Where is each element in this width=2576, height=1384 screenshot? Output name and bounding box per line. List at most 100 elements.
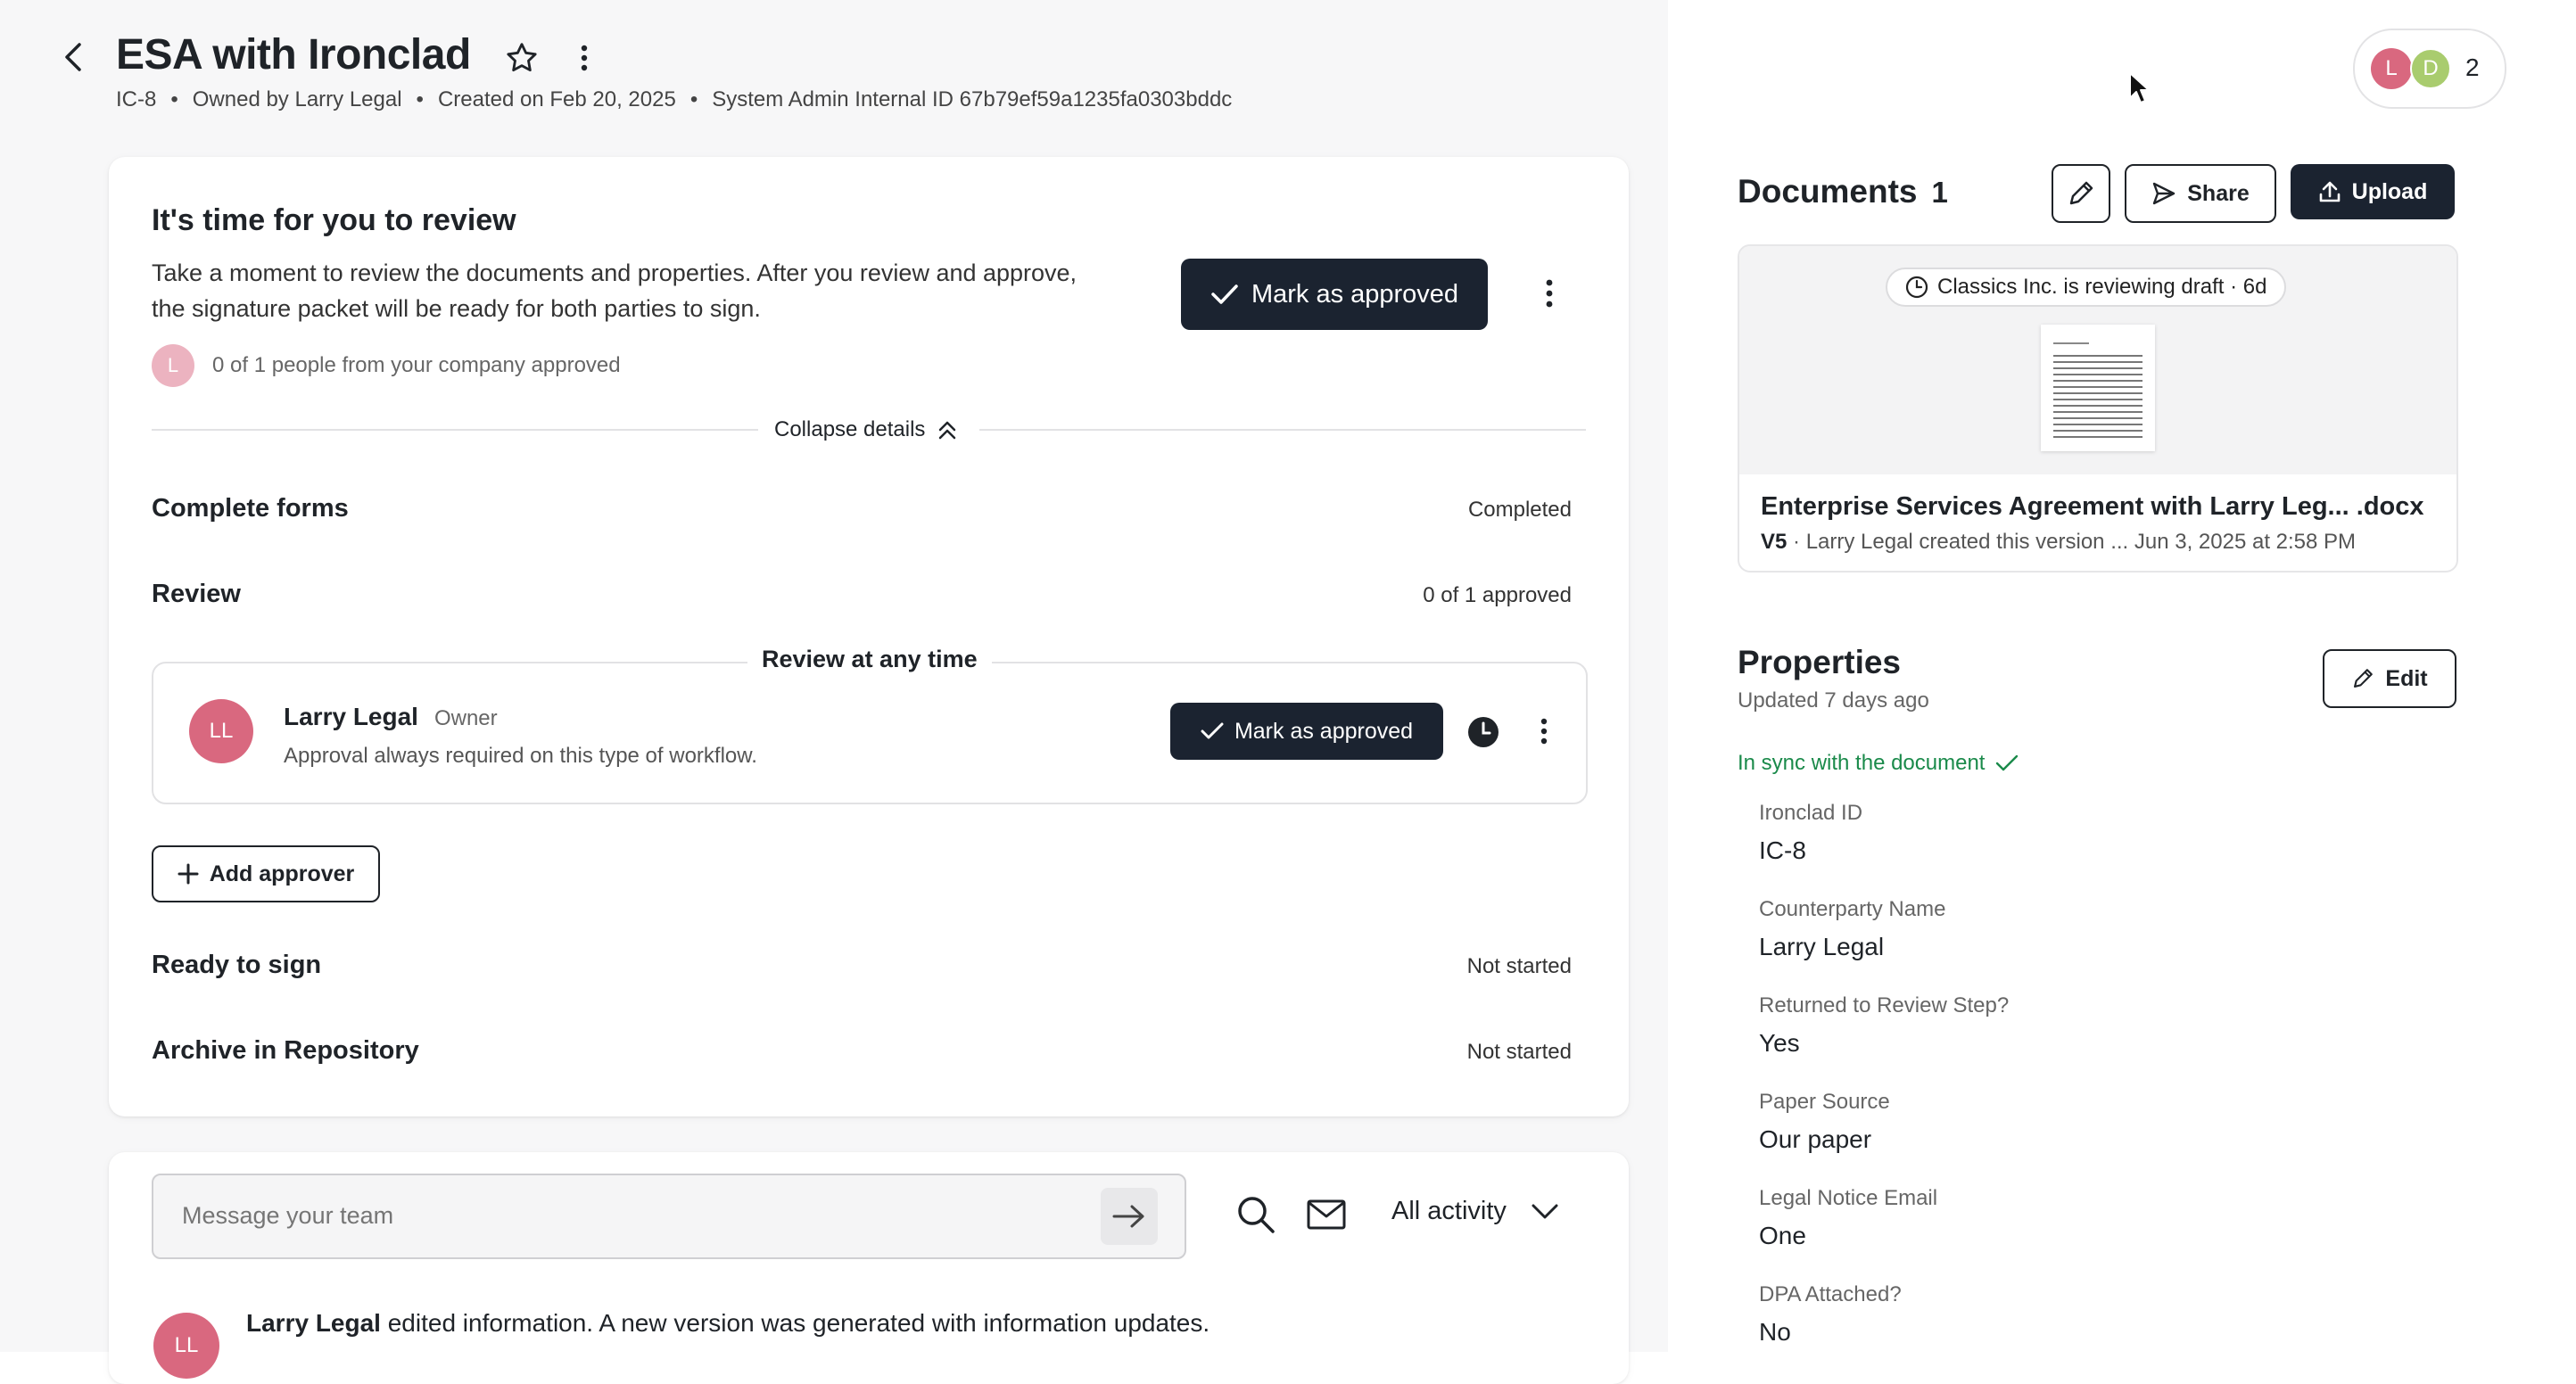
documents-count: 1 (1931, 176, 1948, 209)
add-approver-button[interactable]: Add approver (152, 845, 380, 902)
pencil-icon (2069, 181, 2093, 205)
review-card-description: Take a moment to review the documents an… (152, 255, 1186, 326)
document-version-info: · Larry Legal created this version ... J… (1787, 530, 2357, 554)
email-activity-button[interactable] (1306, 1195, 1347, 1234)
property-label: Returned to Review Step? (1759, 993, 2010, 1017)
kebab-icon (581, 45, 588, 71)
chevron-down-icon (1532, 1204, 1558, 1218)
meta-owner: Owned by Larry Legal (192, 87, 402, 111)
share-button[interactable]: Share (2125, 164, 2276, 223)
edit-properties-label: Edit (2385, 665, 2428, 691)
kebab-icon (1546, 279, 1553, 308)
property-label: DPA Attached? (1759, 1282, 1902, 1306)
activity-entry-author: Larry Legal (246, 1309, 381, 1337)
review-status-text: Classics Inc. is reviewing draft · 6d (1937, 275, 2267, 299)
document-version-line: V5 · Larry Legal created this version ..… (1761, 530, 2356, 555)
collaborator-count: 2 (2465, 54, 2480, 81)
mark-approved-label: Mark as approved (1251, 279, 1459, 309)
favorite-button[interactable] (501, 37, 542, 78)
review-group-title: Review at any time (747, 646, 992, 673)
collapse-details-label: Collapse details (774, 417, 926, 441)
chevron-left-icon (65, 43, 81, 71)
message-input[interactable] (180, 1195, 1076, 1236)
approver-note: Approval always required on this type of… (284, 744, 757, 768)
mark-approved-button[interactable]: Mark as approved (1181, 259, 1488, 330)
star-icon (507, 43, 537, 72)
search-activity-button[interactable] (1234, 1193, 1277, 1236)
activity-filter-dropdown[interactable]: All activity (1391, 1197, 1558, 1226)
property-value: Larry Legal (1759, 933, 1885, 960)
description-line: the signature packet will be ready for b… (152, 295, 761, 322)
documents-title: Documents (1738, 173, 1918, 210)
sync-status: In sync with the document (1738, 751, 2019, 776)
checkmark-icon (1211, 284, 1238, 304)
edit-properties-button[interactable]: Edit (2323, 649, 2456, 708)
document-thumbnail (2041, 325, 2155, 451)
property-field: Counterparty Name Larry Legal (1759, 897, 1945, 961)
activity-card: All activity LL Larry Legal edited infor… (109, 1152, 1629, 1384)
checkmark-icon (1201, 722, 1224, 739)
document-preview: Classics Inc. is reviewing draft · 6d (1739, 246, 2456, 474)
clock-icon (1468, 717, 1499, 747)
approver-options-button[interactable] (1532, 712, 1556, 751)
review-options-button[interactable] (1536, 273, 1563, 314)
approver-avatar: L (152, 344, 194, 387)
upload-button[interactable]: Upload (2291, 164, 2455, 219)
property-field: Ironclad ID IC-8 (1759, 801, 1862, 865)
divider (979, 429, 1586, 431)
approver-mark-approved-button[interactable]: Mark as approved (1170, 703, 1443, 760)
step-complete-forms: Complete forms (152, 494, 349, 523)
approver-mark-approved-label: Mark as approved (1234, 718, 1414, 744)
step-archive: Archive in Repository (152, 1036, 419, 1065)
more-options-button[interactable] (571, 39, 598, 77)
send-icon (2153, 182, 2176, 205)
property-value: One (1759, 1222, 1806, 1249)
cursor-icon (2129, 72, 2150, 103)
review-card: It's time for you to review Take a momen… (109, 157, 1629, 1116)
upload-icon (2319, 181, 2340, 202)
property-value: Our paper (1759, 1125, 1872, 1153)
page-meta: IC-8 • Owned by Larry Legal • Created on… (116, 87, 1232, 112)
activity-entry-text: edited information. A new version was ge… (380, 1309, 1210, 1337)
document-card[interactable]: Classics Inc. is reviewing draft · 6d En… (1738, 244, 2458, 573)
page-title: ESA with Ironclad (116, 31, 471, 78)
send-message-button[interactable] (1101, 1188, 1158, 1245)
document-version: V5 (1761, 530, 1788, 554)
activity-entry: Larry Legal edited information. A new ve… (246, 1309, 1210, 1338)
approver-name: Larry Legal (284, 703, 418, 730)
meta-separator: • (416, 87, 424, 111)
double-chevron-up-icon (939, 421, 956, 440)
back-button[interactable] (55, 39, 91, 75)
clock-outline-icon (1905, 276, 1928, 299)
property-field: Legal Notice Email One (1759, 1186, 1937, 1250)
message-box[interactable] (152, 1174, 1186, 1259)
property-value: No (1759, 1318, 1791, 1346)
meta-id: IC-8 (116, 87, 157, 111)
property-field: Returned to Review Step? Yes (1759, 993, 2009, 1058)
collapse-details-toggle[interactable]: Collapse details (774, 417, 959, 442)
meta-created: Created on Feb 20, 2025 (437, 87, 676, 111)
edit-documents-button[interactable] (2052, 164, 2110, 223)
upload-label: Upload (2351, 178, 2428, 204)
add-approver-label: Add approver (209, 861, 355, 886)
sync-status-label: In sync with the document (1738, 751, 1986, 775)
meta-separator: • (170, 87, 178, 111)
property-value: IC-8 (1759, 836, 1806, 864)
document-filename: Enterprise Services Agreement with Larry… (1761, 492, 2424, 521)
check-icon (1996, 754, 2019, 771)
plus-icon (178, 863, 199, 885)
kebab-icon (1540, 718, 1548, 745)
property-label: Counterparty Name (1759, 897, 1946, 921)
properties-title: Properties (1738, 644, 1902, 680)
meta-internal-id: System Admin Internal ID 67b79ef59a1235f… (712, 87, 1233, 111)
arrow-right-icon (1112, 1205, 1144, 1228)
approval-timer-button[interactable] (1466, 715, 1500, 749)
collaborators-pill[interactable]: L D 2 (2353, 29, 2506, 109)
approver-role: Owner (433, 706, 498, 730)
documents-heading: Documents 1 (1738, 173, 1948, 210)
step-review-status: 0 of 1 approved (1423, 583, 1572, 607)
collaborator-avatar: L (2371, 48, 2412, 89)
description-line: Take a moment to review the documents an… (152, 260, 1077, 286)
mouse-cursor (2128, 71, 2151, 105)
property-label: Legal Notice Email (1759, 1186, 1938, 1210)
